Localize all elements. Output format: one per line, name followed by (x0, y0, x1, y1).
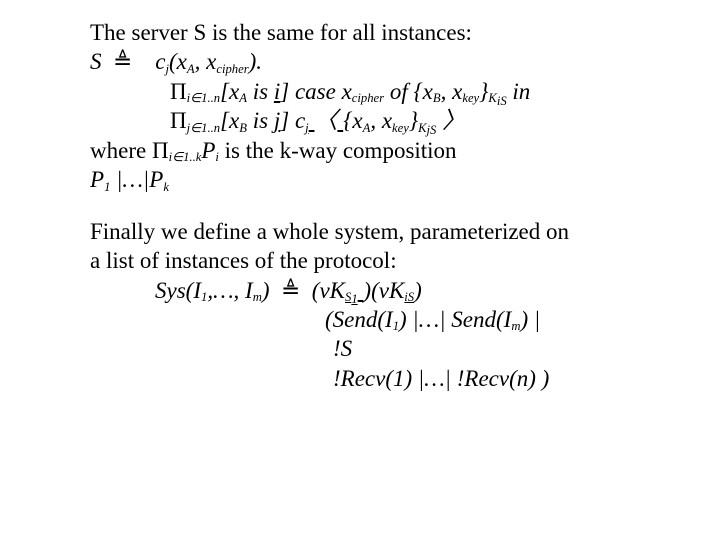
spacer (90, 195, 680, 217)
line-pi-j: Πj∈1..n[xB is j] cj 〈 {xA, xkey}KjS 〉 (90, 106, 680, 135)
sym-pi-2: Π (170, 108, 187, 133)
sym-pi: Π (170, 79, 187, 104)
sym-pi-3: Π (152, 138, 169, 163)
line-where: where Πi∈1..kPi is the k-way composition (90, 136, 680, 165)
expr-cj: cj(xA, xcipher). (155, 49, 262, 74)
sym-triangle-2: ≜ (281, 278, 300, 303)
line-finally-1: Finally we define a whole system, parame… (90, 217, 680, 246)
line-recv: !Recv(1) |…| !Recv(n) ) (90, 364, 680, 393)
line-sys-def: Sys(I1,…, Im) ≜ (νKS1 )(νKiS) (90, 276, 680, 305)
line-server-intro: The server S is the same for all instanc… (90, 18, 680, 47)
line-p1-pk: P1 |…|Pk (90, 165, 680, 194)
line-finally-2: a list of instances of the protocol: (90, 246, 680, 275)
sym-triangle: ≜ (113, 49, 132, 74)
line-s-def: S ≜ cj(xA, xcipher). (90, 47, 680, 76)
line-pi-i: Πi∈1..n[xA is i] case xcipher of {xB, xk… (90, 77, 680, 106)
page: The server S is the same for all instanc… (0, 0, 720, 393)
line-bangS: !S (90, 334, 680, 363)
line-send: (Send(I1) |…| Send(Im) | (90, 305, 680, 334)
sym-S: S (90, 49, 107, 74)
